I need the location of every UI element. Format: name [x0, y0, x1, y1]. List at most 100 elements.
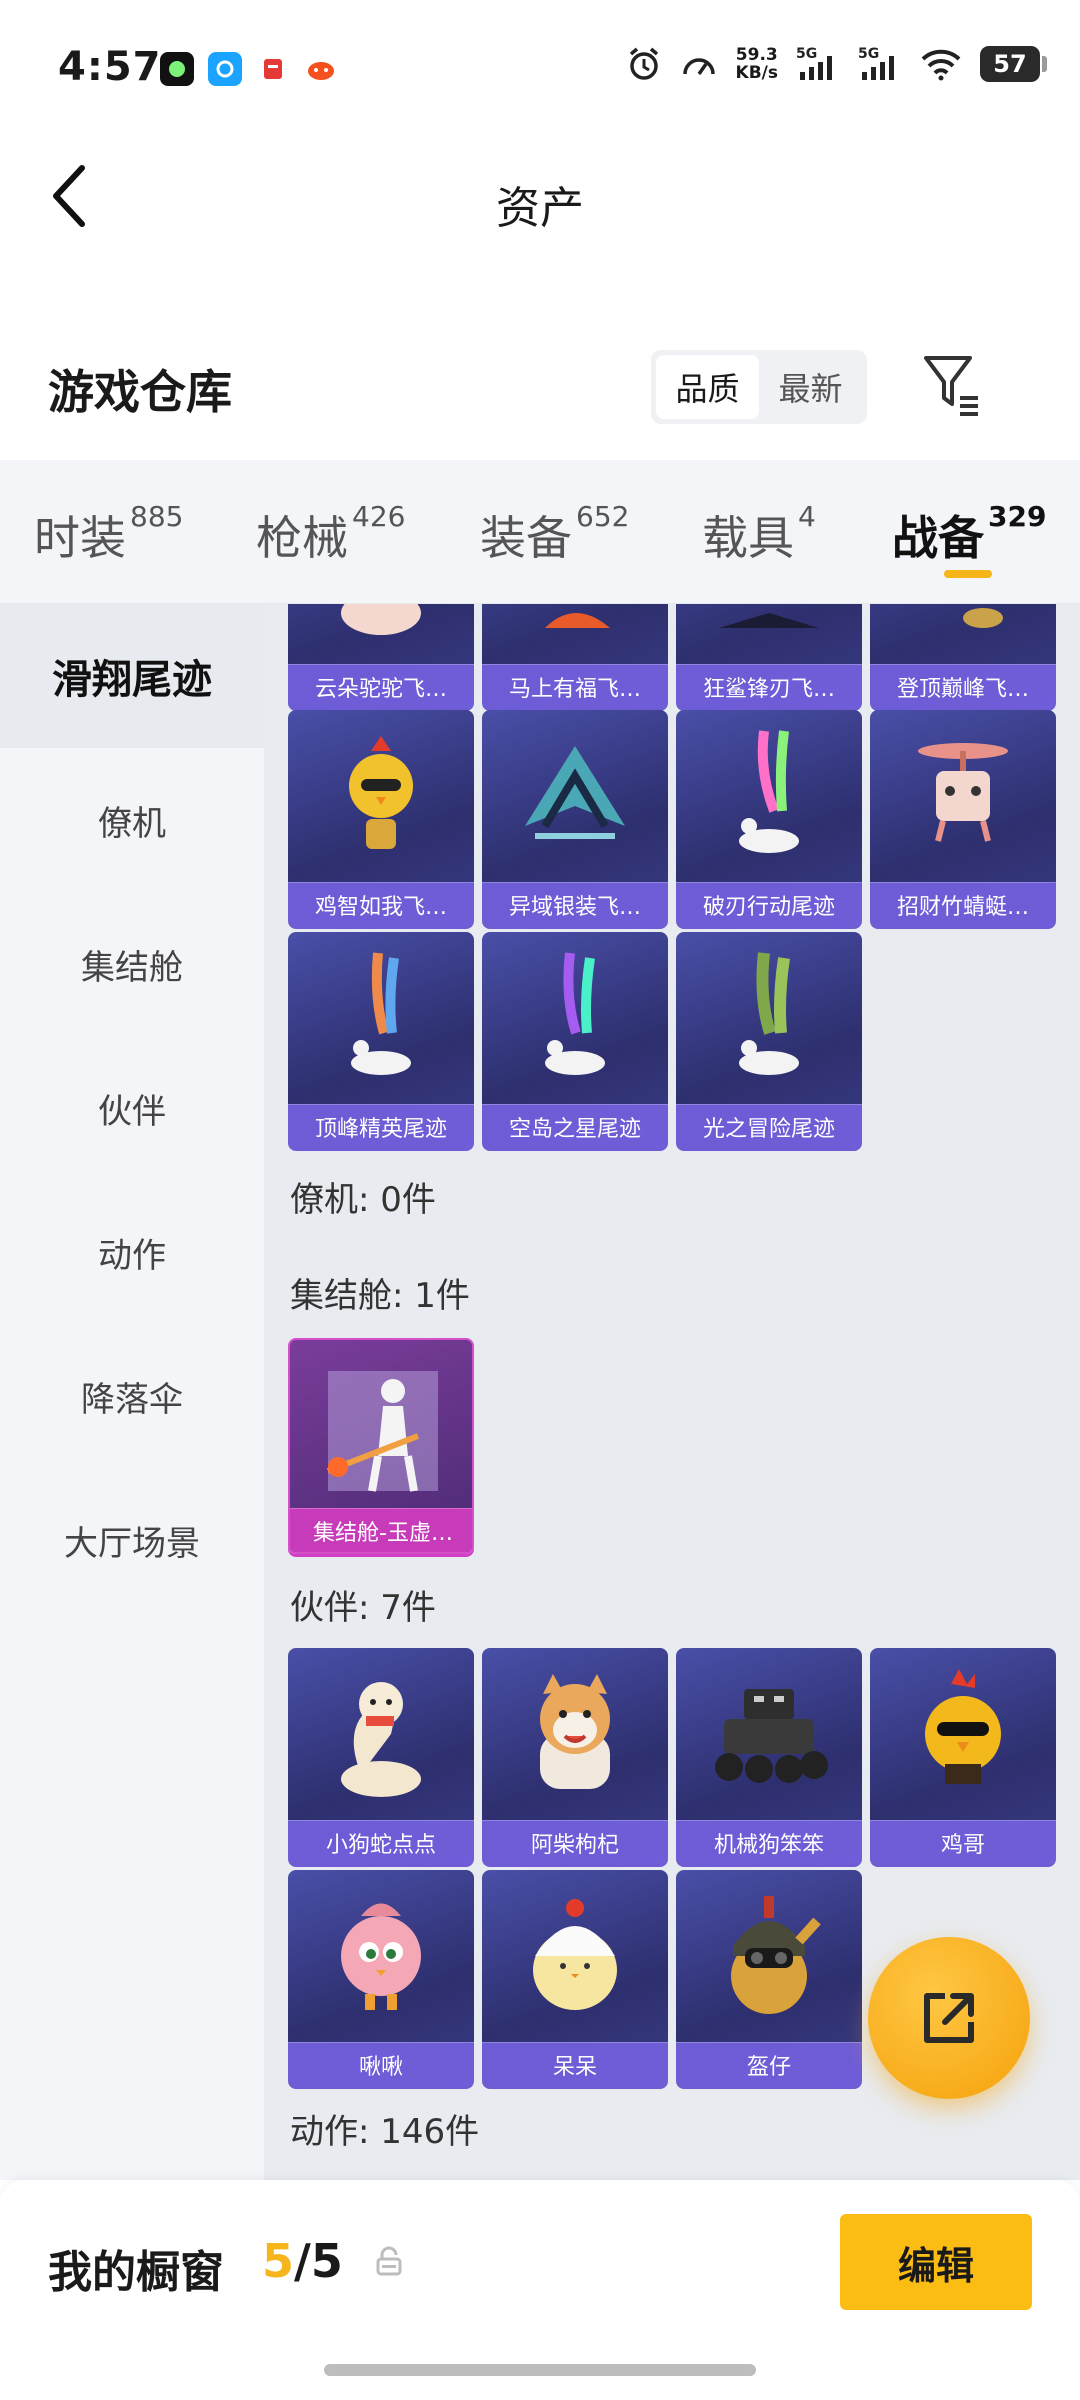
tab-combat-gear[interactable]: 战备 329: [892, 500, 1046, 568]
item-card[interactable]: 云朵驼驼飞…: [288, 604, 474, 708]
item-card[interactable]: 集结舱-玉虚…: [288, 1338, 474, 1554]
item-image: [288, 710, 474, 882]
sort-latest-button[interactable]: 最新: [759, 355, 862, 419]
sidebar: 滑翔尾迹 僚机 集结舱 伙伴 动作 降落伞 大厅场景: [0, 604, 264, 2180]
item-card[interactable]: 盔仔: [676, 1870, 862, 2086]
partner-heading: 伙伴: 7件: [290, 1588, 436, 1628]
sidebar-item-emote[interactable]: 动作: [0, 1180, 264, 1324]
svg-text:5G: 5G: [858, 46, 879, 62]
status-bar: 4:57 59.3 KB/s 5G 5G 57: [0, 0, 1080, 140]
emote-heading: 动作: 146件: [290, 2112, 480, 2152]
speed-icon: [682, 58, 715, 76]
item-card[interactable]: 鸡哥: [870, 1648, 1056, 1864]
item-name: 盔仔: [676, 2042, 862, 2086]
item-name: 鸡智如我飞…: [288, 882, 474, 926]
item-image: [870, 1648, 1056, 1820]
showcase-count: 5/5: [262, 2234, 343, 2288]
item-name: 破刃行动尾迹: [676, 882, 862, 926]
item-name: 空岛之星尾迹: [482, 1104, 668, 1148]
sidebar-item-glide-trail[interactable]: 滑翔尾迹: [0, 604, 264, 748]
item-name: 光之冒险尾迹: [676, 1104, 862, 1148]
item-card[interactable]: 狂鲨锋刃飞…: [676, 604, 862, 708]
item-card[interactable]: 招财竹蜻蜓…: [870, 710, 1056, 926]
sort-quality-button[interactable]: 品质: [656, 355, 759, 419]
item-card[interactable]: 机械狗笨笨: [676, 1648, 862, 1864]
signal-icon: 5G: [796, 46, 832, 80]
item-card[interactable]: 阿柴枸杞: [482, 1648, 668, 1864]
item-card[interactable]: 异域银装飞…: [482, 710, 668, 926]
status-time: 4:57: [58, 44, 162, 90]
item-image: [676, 1870, 862, 2042]
item-image: [290, 1340, 472, 1512]
item-card[interactable]: 顶峰精英尾迹: [288, 932, 474, 1148]
active-tab-indicator: [944, 570, 992, 578]
item-image: [288, 604, 474, 664]
item-image: [676, 604, 862, 664]
item-name: 阿柴枸杞: [482, 1820, 668, 1864]
item-image: [870, 710, 1056, 882]
edit-button[interactable]: 编辑: [840, 2214, 1032, 2310]
item-image: [482, 604, 668, 664]
sidebar-item-wingman[interactable]: 僚机: [0, 748, 264, 892]
item-name: 啾啾: [288, 2042, 474, 2086]
wifi-icon: [921, 49, 961, 81]
filter-icon: [924, 356, 978, 416]
tab-fashion[interactable]: 时装 885: [34, 500, 183, 568]
page-title: 资产: [496, 183, 584, 234]
item-image: [676, 710, 862, 882]
app-notif-icon: [160, 52, 194, 86]
svg-text:5G: 5G: [796, 46, 817, 62]
item-name: 鸡哥: [870, 1820, 1056, 1864]
item-card[interactable]: 破刃行动尾迹: [676, 710, 862, 926]
capsule-heading: 集结舱: 1件: [290, 1276, 470, 1316]
item-name: 集结舱-玉虚…: [290, 1508, 472, 1552]
item-name: 小狗蛇点点: [288, 1820, 474, 1864]
item-card[interactable]: 登顶巅峰飞…: [870, 604, 1056, 708]
browser-notif-icon: [208, 52, 242, 86]
item-image: [482, 932, 668, 1104]
alarm-icon: [629, 47, 658, 80]
item-image: [676, 1648, 862, 1820]
warehouse-title: 游戏仓库: [48, 365, 232, 419]
sidebar-item-parachute[interactable]: 降落伞: [0, 1324, 264, 1468]
item-image: [482, 1648, 668, 1820]
wingman-heading: 僚机: 0件: [290, 1180, 436, 1220]
sort-toggle: 品质 最新: [651, 350, 867, 424]
signal-icon: 5G: [858, 46, 894, 80]
item-image: [482, 710, 668, 882]
share-icon: [924, 1993, 974, 2043]
item-name: 呆呆: [482, 2042, 668, 2086]
sidebar-item-lobby-scene[interactable]: 大厅场景: [0, 1468, 264, 1612]
filter-button[interactable]: [920, 352, 984, 418]
sidebar-item-partner[interactable]: 伙伴: [0, 1036, 264, 1180]
item-card[interactable]: 啾啾: [288, 1870, 474, 2086]
sidebar-item-capsule[interactable]: 集结舱: [0, 892, 264, 1036]
home-indicator[interactable]: [324, 2364, 756, 2376]
tab-equipment[interactable]: 装备 652: [480, 500, 629, 568]
system-icons: 59.3 KB/s 5G 5G 57: [626, 45, 1047, 83]
item-name: 顶峰精英尾迹: [288, 1104, 474, 1148]
item-image: [870, 604, 1056, 664]
tab-vehicles[interactable]: 载具 4: [702, 500, 816, 568]
item-card[interactable]: 马上有福飞…: [482, 604, 668, 708]
showcase-label: 我的橱窗: [48, 2247, 224, 2298]
item-card[interactable]: 鸡智如我飞…: [288, 710, 474, 926]
item-image: [288, 1648, 474, 1820]
item-card[interactable]: 空岛之星尾迹: [482, 932, 668, 1148]
item-name: 招财竹蜻蜓…: [870, 882, 1056, 926]
item-image: [482, 1870, 668, 2042]
net-speed: 59.3 KB/s: [735, 45, 778, 83]
notification-icons: [160, 52, 338, 86]
item-name: 狂鲨锋刃飞…: [676, 664, 862, 708]
category-tabs: 时装 885 枪械 426 装备 652 载具 4 战备 329: [0, 460, 1080, 604]
item-card[interactable]: 呆呆: [482, 1870, 668, 2086]
item-image: [288, 932, 474, 1104]
item-name: 异域银装飞…: [482, 882, 668, 926]
item-card[interactable]: 光之冒险尾迹: [676, 932, 862, 1148]
item-card[interactable]: 小狗蛇点点: [288, 1648, 474, 1864]
lock-icon: [376, 2246, 402, 2280]
item-image: [288, 1870, 474, 2042]
tab-guns[interactable]: 枪械 426: [256, 500, 405, 568]
item-name: 机械狗笨笨: [676, 1820, 862, 1864]
share-button[interactable]: [868, 1937, 1030, 2099]
